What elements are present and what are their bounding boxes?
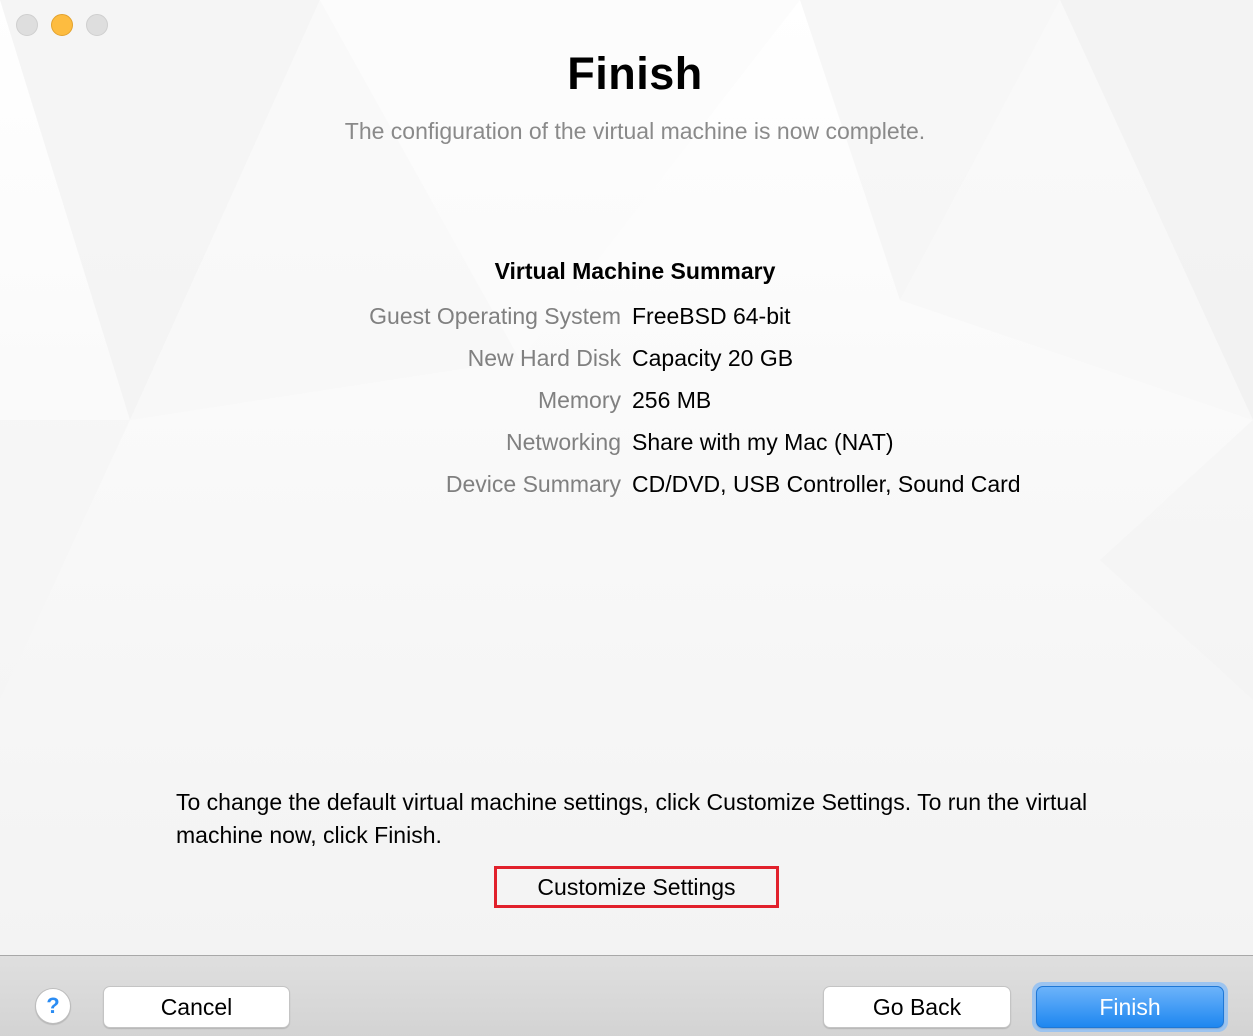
summary-row-devices: Device Summary CD/DVD, USB Controller, S… — [0, 471, 1253, 501]
summary-row-guest-os: Guest Operating System FreeBSD 64-bit — [0, 303, 1253, 333]
summary-row-memory: Memory 256 MB — [0, 387, 1253, 417]
info-text: To change the default virtual machine se… — [176, 789, 1088, 848]
finish-button[interactable]: Finish — [1036, 986, 1224, 1028]
customize-settings-button[interactable]: Customize Settings — [494, 866, 779, 908]
summary-value: FreeBSD 64-bit — [632, 303, 791, 329]
go-back-button[interactable]: Go Back — [823, 986, 1011, 1028]
summary-label: New Hard Disk — [467, 345, 621, 371]
window-controls — [16, 14, 108, 36]
summary-heading: Virtual Machine Summary — [494, 258, 776, 284]
page-subtitle: The configuration of the virtual machine… — [344, 118, 926, 144]
vm-assistant-window: Finish The configuration of the virtual … — [0, 0, 1253, 1036]
summary-label: Memory — [537, 387, 621, 413]
help-icon: ? — [46, 993, 60, 1018]
summary-row-hard-disk: New Hard Disk Capacity 20 GB — [0, 345, 1253, 375]
close-window-button[interactable] — [16, 14, 38, 36]
summary-value: Share with my Mac (NAT) — [632, 429, 894, 455]
footer-bar: ? Cancel Go Back Finish — [0, 955, 1253, 1036]
summary-label: Networking — [505, 429, 621, 455]
summary-value: CD/DVD, USB Controller, Sound Card — [632, 471, 1021, 497]
summary-label: Device Summary — [445, 471, 621, 497]
help-button[interactable]: ? — [35, 988, 71, 1024]
summary-label: Guest Operating System — [369, 303, 621, 329]
minimize-window-button[interactable] — [51, 14, 73, 36]
page-title: Finish — [567, 48, 703, 99]
main-content: Finish The configuration of the virtual … — [0, 0, 1253, 955]
summary-row-networking: Networking Share with my Mac (NAT) — [0, 429, 1253, 459]
summary-value: Capacity 20 GB — [632, 345, 794, 371]
summary-value: 256 MB — [632, 387, 712, 413]
zoom-window-button[interactable] — [86, 14, 108, 36]
cancel-button[interactable]: Cancel — [103, 986, 290, 1028]
